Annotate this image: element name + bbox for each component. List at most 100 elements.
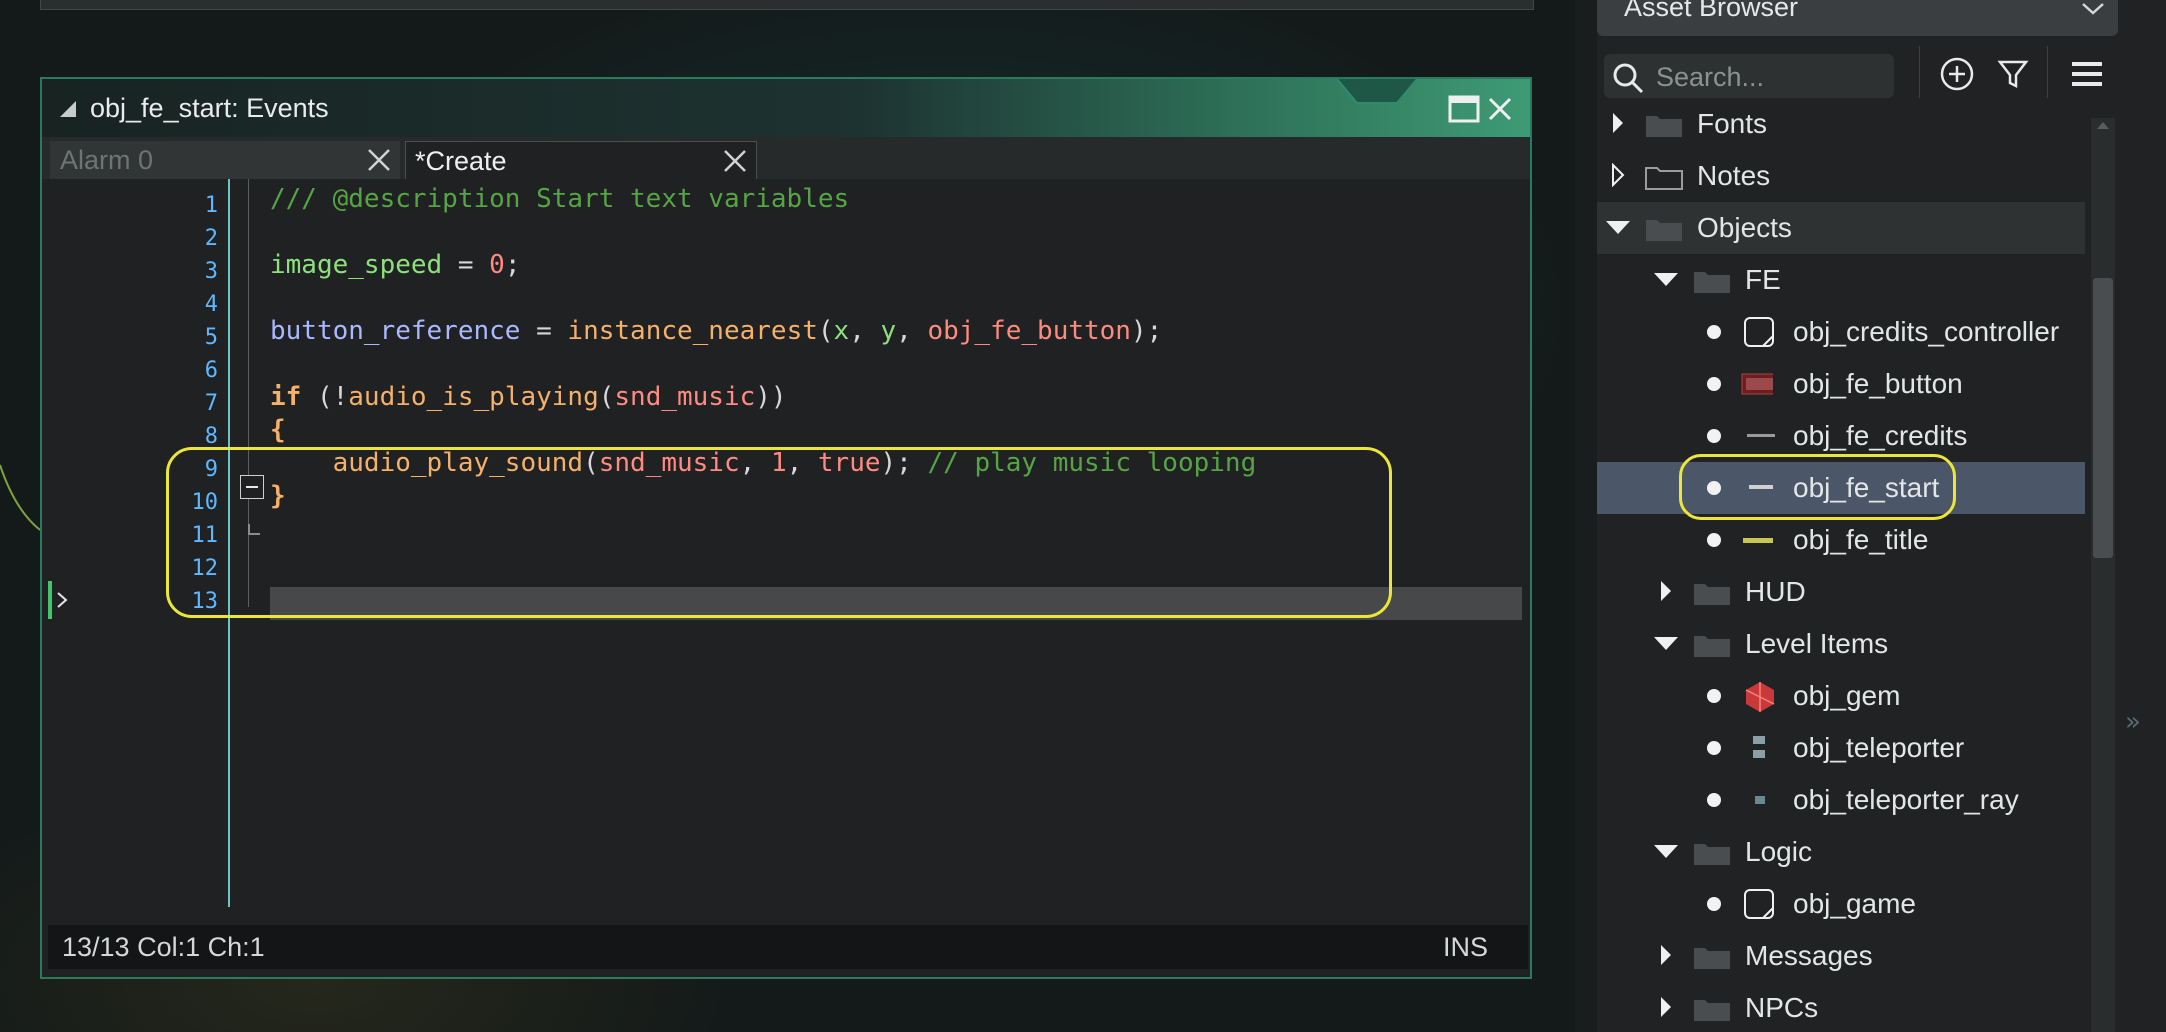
docked-panel-edge: [40, 0, 1534, 10]
add-asset-icon[interactable]: [1937, 54, 1977, 94]
bullet-icon: [1707, 689, 1721, 703]
tree-label: Notes: [1697, 160, 1771, 191]
editor-titlebar[interactable]: obj_fe_start: Events: [42, 79, 1530, 137]
folder-icon: [1646, 220, 1682, 241]
asset-browser-header[interactable]: Asset Browser: [1597, 0, 2118, 36]
toolbar-divider: [2047, 46, 2048, 98]
tree-item-obj-teleporter[interactable]: obj_teleporter: [1597, 722, 2085, 774]
current-line-marker-icon: [48, 581, 68, 619]
toolbar-divider: [1919, 46, 1920, 98]
tree-label: Logic: [1745, 836, 1812, 867]
close-window-icon[interactable]: [1482, 91, 1518, 127]
filter-icon[interactable]: [1993, 54, 2033, 94]
close-tab-icon[interactable]: [722, 148, 748, 174]
window-grip-icon[interactable]: [58, 99, 78, 119]
tree-label: obj_game: [1793, 888, 1916, 919]
bullet-icon: [1707, 377, 1721, 391]
bullet-icon: [1707, 741, 1721, 755]
tab-create[interactable]: *Create: [405, 141, 757, 179]
folder-icon: [1694, 948, 1730, 969]
folder-icon: [1694, 584, 1730, 605]
menu-icon[interactable]: [2067, 54, 2107, 94]
bullet-icon: [1707, 429, 1721, 443]
title-sprite-thumbnail: [1743, 538, 1773, 543]
tree-folder-fonts[interactable]: Fonts: [1597, 112, 2085, 150]
tree-folder-hud[interactable]: HUD: [1597, 566, 2085, 618]
tree-label: Messages: [1745, 940, 1873, 971]
panel-collapse-handle-icon[interactable]: »: [2125, 707, 2141, 737]
tree-label: obj_fe_button: [1793, 368, 1963, 399]
asset-browser-scrollbar[interactable]: [2091, 118, 2115, 1032]
code-line-1: /// @description Start text variables: [270, 183, 849, 216]
line-number: 2: [204, 226, 218, 251]
tree-folder-level-items[interactable]: Level Items: [1597, 618, 2085, 670]
chevron-down-icon[interactable]: [2080, 0, 2106, 20]
object-no-sprite-icon: [1744, 317, 1774, 347]
cursor-position: 13/13 Col:1 Ch:1: [62, 932, 265, 962]
code-token: instance_nearest: [567, 316, 818, 346]
expanded-arrow-icon[interactable]: [1653, 636, 1679, 652]
tree-folder-notes[interactable]: Notes: [1597, 150, 2085, 202]
code-token: (: [598, 382, 615, 412]
tree-folder-fe[interactable]: FE: [1597, 254, 2085, 306]
expand-arrow-icon[interactable]: [1659, 579, 1673, 603]
tree-folder-npcs[interactable]: NPCs: [1597, 982, 2085, 1032]
maximize-icon[interactable]: [1446, 91, 1482, 127]
tree-label: obj_teleporter_ray: [1793, 784, 2019, 815]
expanded-arrow-icon[interactable]: [1605, 220, 1631, 236]
tab-alarm-0[interactable]: Alarm 0: [50, 141, 400, 179]
code-token: ,: [896, 316, 928, 346]
code-token: ;: [504, 250, 521, 280]
code-token: button_reference: [270, 316, 521, 346]
tree-label: NPCs: [1745, 992, 1819, 1023]
tree-folder-objects[interactable]: Objects: [1597, 202, 2085, 254]
scroll-up-arrow-icon[interactable]: [2096, 120, 2110, 130]
expand-arrow-icon[interactable]: [1611, 112, 1625, 135]
line-number: 3: [204, 259, 218, 284]
tree-item-obj-gem[interactable]: obj_gem: [1597, 670, 2085, 722]
search-input[interactable]: [1654, 58, 1888, 96]
code-editor-window: obj_fe_start: Events Alarm 0 *Create 1 2…: [40, 77, 1532, 979]
expand-arrow-icon[interactable]: [1659, 995, 1673, 1019]
code-token: y: [880, 316, 897, 346]
bullet-icon: [1707, 793, 1721, 807]
tree-folder-messages[interactable]: Messages: [1597, 930, 2085, 982]
search-field[interactable]: [1604, 54, 1894, 98]
tree-item-obj-credits-controller[interactable]: obj_credits_controller: [1597, 306, 2085, 358]
folder-icon: [1646, 116, 1682, 137]
folder-icon: [1694, 272, 1730, 293]
code-editor[interactable]: 1 2 3 4 5 6 7 8 9 10 11 12 13 /// @descr…: [48, 179, 1528, 907]
tree-label: FE: [1745, 264, 1781, 295]
bullet-icon: [1707, 897, 1721, 911]
code-token: (: [817, 316, 834, 346]
tree-label: Fonts: [1697, 112, 1768, 139]
code-token: snd_music: [614, 382, 756, 412]
expand-arrow-icon[interactable]: [1659, 943, 1673, 967]
code-token: if: [270, 382, 302, 412]
teleporter-ray-sprite-thumbnail: [1755, 796, 1765, 804]
code-token: audio_is_playing: [348, 382, 599, 412]
collapsed-arrow-icon[interactable]: [1611, 163, 1625, 187]
code-comment: /// @description Start text variables: [270, 184, 850, 214]
bullet-icon: [1707, 325, 1721, 339]
tree-folder-logic[interactable]: Logic: [1597, 826, 2085, 878]
tree-item-obj-game[interactable]: obj_game: [1597, 878, 2085, 930]
tab-label: Alarm 0: [60, 145, 154, 175]
line-number: 4: [204, 292, 218, 317]
expanded-arrow-icon[interactable]: [1653, 272, 1679, 288]
button-sprite-thumbnail: [1741, 373, 1773, 395]
scrollbar-thumb[interactable]: [2093, 278, 2113, 558]
code-line-8: {: [270, 414, 286, 447]
close-tab-icon[interactable]: [366, 147, 392, 173]
code-token: );: [1130, 316, 1163, 346]
code-token: {: [270, 415, 286, 445]
folder-icon: [1694, 1000, 1730, 1021]
line-number: 6: [204, 358, 218, 383]
insert-mode-indicator[interactable]: INS: [1443, 925, 1488, 969]
tree-item-obj-fe-title[interactable]: obj_fe_title: [1597, 514, 2085, 566]
expanded-arrow-icon[interactable]: [1653, 844, 1679, 860]
tree-item-obj-teleporter-ray[interactable]: obj_teleporter_ray: [1597, 774, 2085, 826]
tree-item-obj-fe-button[interactable]: obj_fe_button: [1597, 358, 2085, 410]
tree-label: obj_credits_controller: [1793, 316, 2060, 347]
event-tab-bar: Alarm 0 *Create: [42, 137, 1530, 179]
